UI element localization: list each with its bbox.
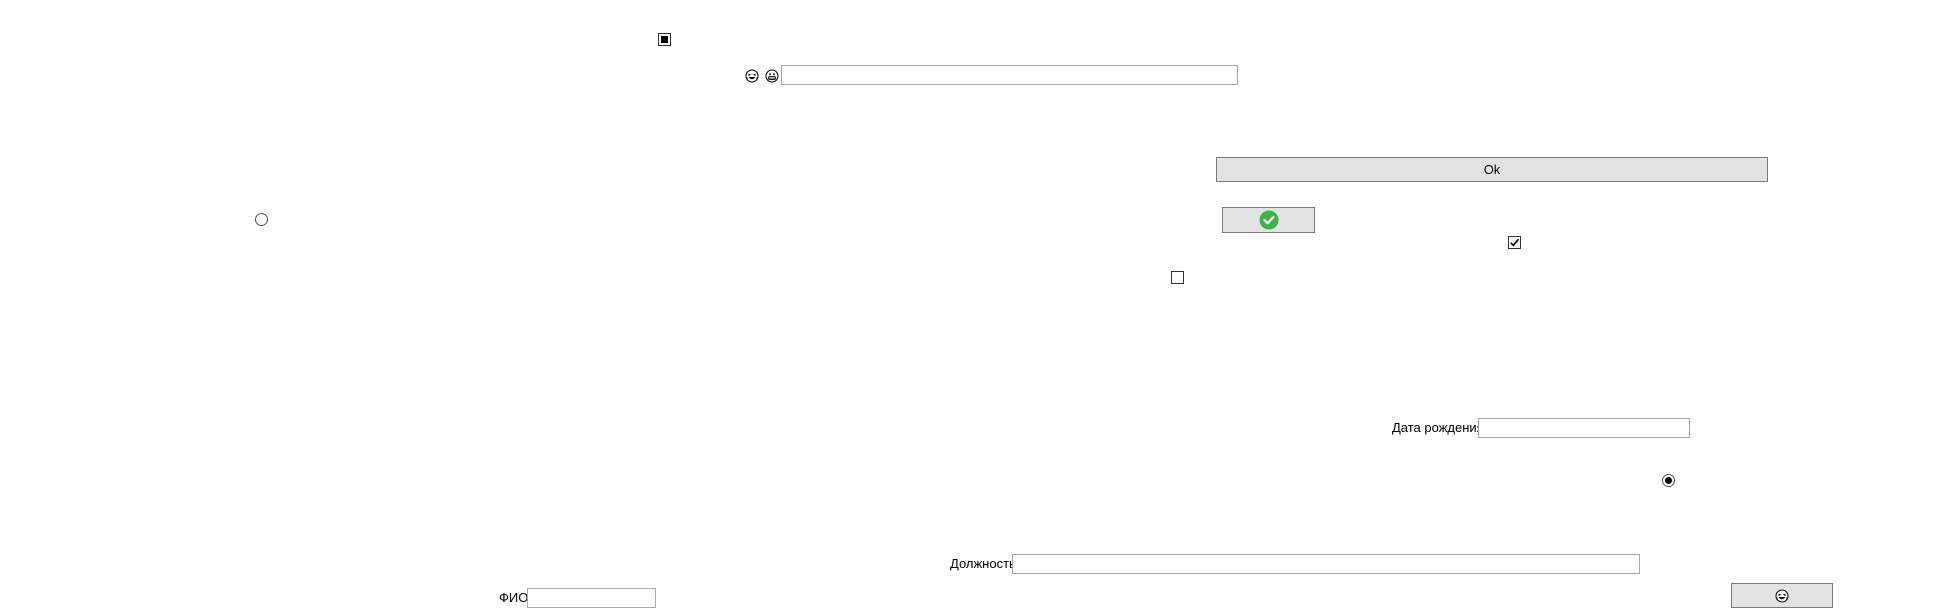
- unchecked-checkbox[interactable]: [1171, 271, 1184, 284]
- radio-selected-dot: [1665, 477, 1672, 484]
- fio-field[interactable]: [527, 588, 656, 608]
- emoji-button[interactable]: [1731, 583, 1833, 608]
- fio-label: ФИО: [499, 590, 529, 605]
- square-filled-icon: [661, 36, 668, 43]
- ok-button-label: Ok: [1483, 162, 1501, 177]
- radio-option-right[interactable]: [1662, 474, 1675, 487]
- top-text-field[interactable]: [781, 65, 1238, 85]
- grinning-face-icon: [765, 69, 779, 83]
- checked-checkbox[interactable]: [1508, 236, 1521, 249]
- confirm-check-button[interactable]: [1222, 207, 1315, 233]
- birth-date-label: Дата рождения: [1392, 420, 1484, 435]
- laughing-face-icon: [1775, 589, 1789, 602]
- position-label: Должность: [950, 556, 1016, 571]
- radio-option-left[interactable]: [255, 213, 268, 226]
- laughing-face-icon: [745, 69, 759, 83]
- birth-date-field[interactable]: [1478, 418, 1690, 438]
- position-field[interactable]: [1012, 554, 1640, 574]
- checkmark-icon: [1510, 238, 1520, 247]
- ok-button[interactable]: Ok: [1216, 157, 1768, 182]
- green-check-circle-icon: [1259, 210, 1278, 230]
- indeterminate-checkbox[interactable]: [658, 33, 671, 46]
